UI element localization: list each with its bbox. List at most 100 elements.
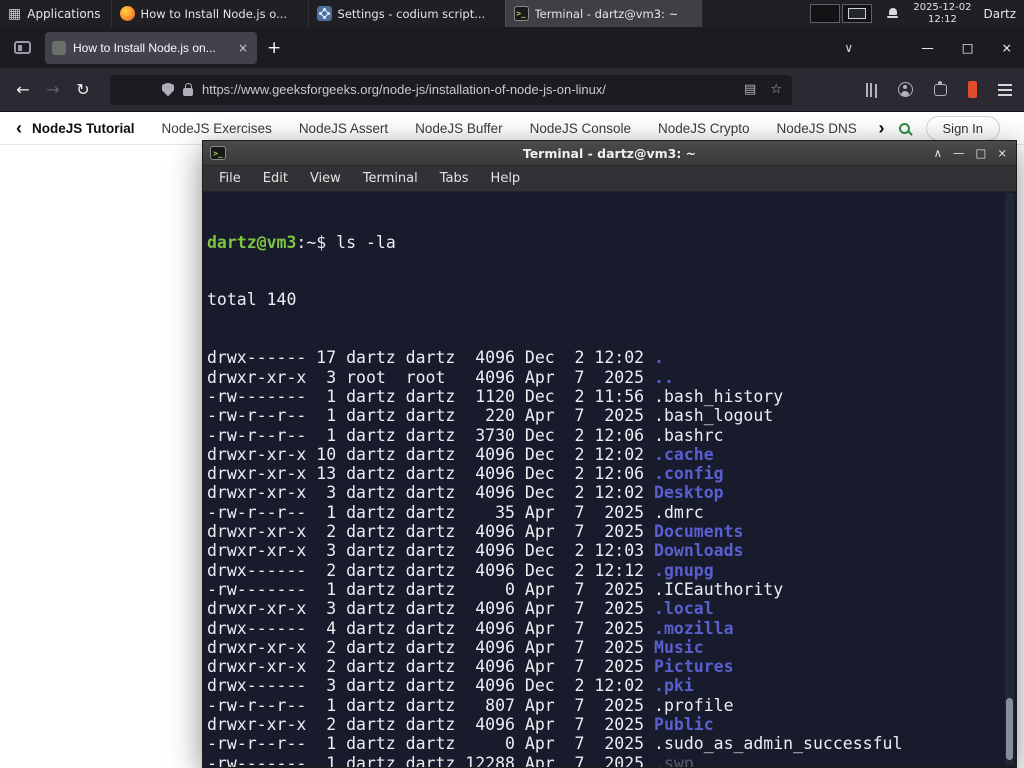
file-name: Pictures: [654, 657, 734, 677]
back-button[interactable]: ←: [8, 80, 38, 99]
listing-fields: drwx------ 17 dartz dartz 4096 Dec 2 12:…: [207, 348, 655, 368]
file-name: .bash_logout: [654, 406, 774, 426]
terminal-title: Terminal - dartz@vm3: ~: [522, 145, 697, 161]
user-menu[interactable]: Dartz: [983, 7, 1016, 21]
browser-maximize-button[interactable]: □: [962, 40, 974, 55]
terminal-content[interactable]: dartz@vm3:~$ ls -la total 140 drwx------…: [203, 192, 1016, 767]
listing-fields: drwxr-xr-x 3 dartz dartz 4096 Apr 7 2025: [207, 599, 655, 619]
terminal-line: -rw-r--r-- 1 dartz dartz 807 Apr 7 2025 …: [207, 696, 1016, 715]
new-tab-button[interactable]: +: [267, 38, 281, 58]
nav-scroll-right-icon[interactable]: ›: [879, 119, 885, 137]
listing-fields: -rw------- 1 dartz dartz 0 Apr 7 2025: [207, 579, 655, 599]
url-text[interactable]: https://www.geeksforgeeks.org/node-js/in…: [202, 82, 735, 97]
tab-close-icon[interactable]: ×: [236, 41, 250, 55]
account-icon[interactable]: [898, 82, 913, 97]
terminal-line: drwxr-xr-x 2 dartz dartz 4096 Apr 7 2025…: [207, 715, 1016, 734]
menu-help[interactable]: Help: [481, 168, 531, 189]
browser-tab[interactable]: How to Install Node.js on... ×: [45, 31, 257, 64]
notification-indicator[interactable]: [968, 81, 977, 98]
terminal-line: drwxr-xr-x 3 dartz dartz 4096 Apr 7 2025…: [207, 599, 1016, 618]
terminal-shade-button[interactable]: ∧: [934, 146, 942, 160]
url-bar[interactable]: https://www.geeksforgeeks.org/node-js/in…: [110, 74, 792, 105]
menu-edit[interactable]: Edit: [253, 168, 298, 189]
menu-hamburger-icon[interactable]: [998, 88, 1012, 91]
browser-close-button[interactable]: ×: [1002, 40, 1012, 55]
browser-tab-bar: How to Install Node.js on... × + ∨ — □ ×: [0, 27, 1024, 68]
prompt-userhost: dartz@vm3: [207, 232, 297, 252]
panel-window-button[interactable]: Settings - codium script...: [307, 0, 505, 27]
file-name: .cache: [654, 444, 714, 464]
tracking-protection-shield-icon[interactable]: [162, 82, 174, 97]
terminal-titlebar[interactable]: >_ Terminal - dartz@vm3: ~ ∧ — □ ×: [203, 141, 1016, 166]
site-nav-links: NodeJS Tutorial NodeJS Exercises NodeJS As…: [32, 121, 869, 136]
window-controls: ∨ — □ ×: [844, 40, 1024, 55]
terminal-window-controls: ∧ — □ ×: [934, 146, 1016, 160]
bookmark-star-icon[interactable]: ☆: [770, 82, 782, 97]
workspace-1[interactable]: [810, 4, 841, 23]
panel-window-list: How to Install Node.js o... Settings - co…: [110, 0, 702, 27]
file-name: .ICEauthority: [654, 579, 784, 599]
listing-fields: drwxr-xr-x 2 dartz dartz 4096 Apr 7 2025: [207, 715, 655, 735]
terminal-close-button[interactable]: ×: [997, 146, 1007, 160]
site-nav-link[interactable]: NodeJS Exercises: [162, 121, 272, 136]
menu-view[interactable]: View: [300, 168, 351, 189]
terminal-line: drwxr-xr-x 2 dartz dartz 4096 Apr 7 2025…: [207, 657, 1016, 676]
terminal-minimize-button[interactable]: —: [953, 146, 965, 160]
file-name: Music: [654, 637, 704, 657]
nav-scroll-left-icon[interactable]: ‹: [16, 119, 22, 137]
terminal-scrollbar-thumb[interactable]: [1006, 698, 1013, 760]
listing-fields: drwxr-xr-x 2 dartz dartz 4096 Apr 7 2025: [207, 522, 655, 542]
site-nav-link[interactable]: NodeJS Assert: [299, 121, 388, 136]
workspace-2[interactable]: [842, 4, 873, 23]
sign-in-button[interactable]: Sign In: [925, 115, 1000, 141]
file-name: .pki: [654, 676, 694, 696]
site-nav-link[interactable]: NodeJS Console: [530, 121, 631, 136]
library-icon[interactable]: [866, 82, 868, 97]
panel-clock[interactable]: 2025-12-02 12:12: [913, 2, 971, 25]
tab-title: How to Install Node.js on...: [73, 40, 216, 55]
terminal-prompt-line: dartz@vm3:~$ ls -la: [207, 233, 1016, 252]
terminal-line: drwxr-xr-x 13 dartz dartz 4096 Dec 2 12:…: [207, 464, 1016, 483]
list-all-tabs-icon[interactable]: ∨: [844, 41, 853, 55]
terminal-maximize-button[interactable]: □: [975, 146, 986, 160]
terminal-line: -rw------- 1 dartz dartz 0 Apr 7 2025 .I…: [207, 580, 1016, 599]
site-nav-link[interactable]: NodeJS Crypto: [658, 121, 750, 136]
file-name: .bash_history: [654, 386, 784, 406]
lock-icon[interactable]: [183, 83, 193, 96]
terminal-line: drwxr-xr-x 10 dartz dartz 4096 Dec 2 12:…: [207, 445, 1016, 464]
menu-tabs[interactable]: Tabs: [430, 168, 479, 189]
site-nav-link[interactable]: NodeJS Buffer: [415, 121, 503, 136]
browser-minimize-button[interactable]: —: [921, 40, 934, 55]
settings-icon: [316, 6, 332, 21]
forward-button[interactable]: →: [38, 80, 68, 99]
applications-menu[interactable]: ▦ Applications: [0, 0, 111, 27]
terminal-icon: >_: [513, 6, 529, 21]
listing-fields: -rw-r--r-- 1 dartz dartz 35 Apr 7 2025: [207, 502, 655, 522]
search-icon[interactable]: [898, 122, 910, 134]
terminal-line: -rw------- 1 dartz dartz 1120 Dec 2 11:5…: [207, 387, 1016, 406]
site-nav-link[interactable]: NodeJS Tutorial: [32, 121, 135, 136]
workspace-window-thumbnail: [848, 8, 867, 19]
extensions-icon[interactable]: [934, 80, 947, 96]
reader-view-icon[interactable]: ▤: [744, 82, 756, 97]
notifications-bell-icon[interactable]: [886, 7, 899, 20]
panel-window-button[interactable]: >_ Terminal - dartz@vm3: ~: [504, 0, 702, 27]
menu-file[interactable]: File: [209, 168, 251, 189]
applications-icon: ▦: [8, 5, 22, 22]
menu-terminal[interactable]: Terminal: [353, 168, 428, 189]
listing-fields: -rw-r--r-- 1 dartz dartz 0 Apr 7 2025: [207, 734, 655, 754]
panel-window-button[interactable]: How to Install Node.js o...: [110, 0, 308, 27]
firefox-view-icon[interactable]: [14, 41, 31, 54]
reload-button[interactable]: ↻: [68, 80, 98, 99]
terminal-line: -rw-r--r-- 1 dartz dartz 0 Apr 7 2025 .s…: [207, 734, 1016, 753]
site-nav-link[interactable]: NodeJS DNS: [777, 121, 857, 136]
terminal-scrollbar[interactable]: [1005, 193, 1014, 765]
listing-fields: drwxr-xr-x 2 dartz dartz 4096 Apr 7 2025: [207, 637, 655, 657]
terminal-line: -rw-r--r-- 1 dartz dartz 35 Apr 7 2025 .…: [207, 503, 1016, 522]
listing-fields: drwx------ 2 dartz dartz 4096 Dec 2 12:1…: [207, 560, 655, 580]
terminal-line: drwxr-xr-x 3 dartz dartz 4096 Dec 2 12:0…: [207, 483, 1016, 502]
firefox-icon: [119, 6, 135, 21]
workspace-switcher[interactable]: [810, 4, 873, 23]
gear-icon: [320, 10, 328, 17]
listing-fields: -rw-r--r-- 1 dartz dartz 3730 Dec 2 12:0…: [207, 425, 655, 445]
